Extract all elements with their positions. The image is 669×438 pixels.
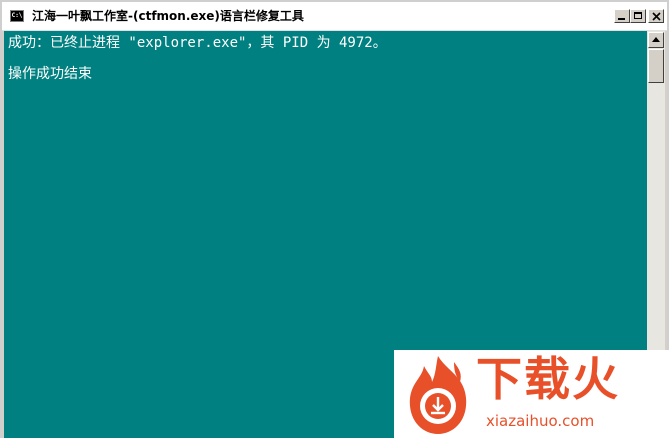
watermark-name: 下载火 — [476, 352, 620, 406]
minimize-button[interactable] — [614, 9, 630, 23]
watermark: 下载火 xiazaihuo.com — [394, 350, 669, 438]
console-icon[interactable]: C:\ — [10, 10, 24, 22]
close-icon — [652, 12, 661, 21]
console-line: 成功：已终止进程 "explorer.exe"，其 PID 为 4972。 — [8, 35, 387, 51]
maximize-button[interactable] — [630, 9, 646, 23]
window-title: 江海一叶飘工作室-(ctfmon.exe)语言栏修复工具 — [32, 9, 304, 23]
close-button[interactable] — [648, 9, 664, 23]
flame-logo-icon — [409, 356, 467, 434]
scroll-up-button[interactable] — [648, 32, 664, 48]
watermark-url: xiazaihuo.com — [486, 412, 595, 430]
console-line: 操作成功结束 — [8, 66, 92, 82]
title-bar[interactable]: C:\ 江海一叶飘工作室-(ctfmon.exe)语言栏修复工具 — [2, 2, 667, 31]
scroll-thumb[interactable] — [648, 49, 664, 83]
